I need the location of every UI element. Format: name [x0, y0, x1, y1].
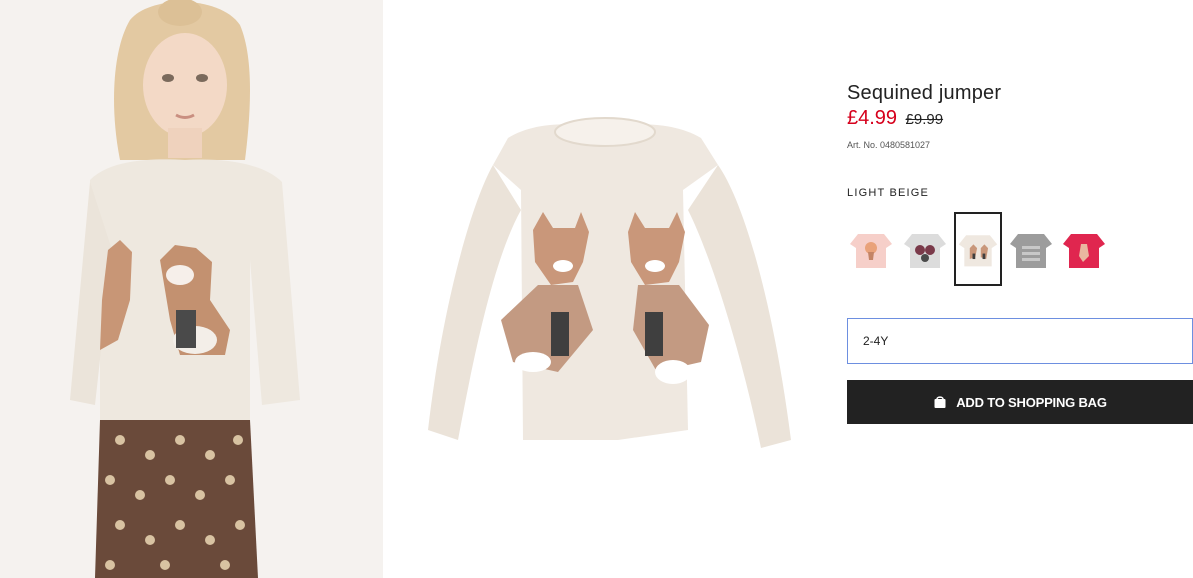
swatch-light-beige[interactable] — [954, 212, 1002, 286]
product-page: Sequined jumper £4.99 £9.99 Art. No. 048… — [0, 0, 1193, 578]
original-price: £9.99 — [905, 111, 944, 128]
article-number: Art. No. 0480581027 — [847, 140, 931, 150]
swatch-grey[interactable] — [901, 212, 949, 286]
jumper-thumbnail-icon — [904, 234, 946, 268]
jumper-thumbnail-icon — [1010, 234, 1052, 268]
jumper-thumbnail-icon — [1063, 234, 1105, 268]
colour-swatches — [847, 212, 1127, 288]
swatch-red[interactable] — [1060, 212, 1108, 286]
add-to-bag-label: ADD TO SHOPPING BAG — [956, 394, 1107, 410]
price-row: £4.99 £9.99 — [847, 107, 943, 130]
product-title: Sequined jumper — [847, 82, 1002, 104]
swatch-pink[interactable] — [847, 212, 895, 286]
swatch-dark-grey[interactable] — [1007, 212, 1055, 286]
jumper-thumbnail-icon — [958, 235, 998, 267]
jumper-thumbnail-icon — [850, 234, 892, 268]
shopping-bag-icon — [934, 396, 946, 408]
size-selector[interactable]: 2-4Y — [847, 318, 1193, 364]
product-info-panel: Sequined jumper £4.99 £9.99 Art. No. 048… — [847, 0, 1193, 578]
sale-price: £4.99 — [847, 107, 898, 129]
selected-size: 2-4Y — [863, 334, 889, 348]
selected-colour-label: LIGHT BEIGE — [847, 187, 930, 199]
add-to-bag-button[interactable]: ADD TO SHOPPING BAG — [847, 380, 1193, 424]
product-photo[interactable] — [383, 0, 823, 578]
model-photo[interactable] — [0, 0, 383, 578]
